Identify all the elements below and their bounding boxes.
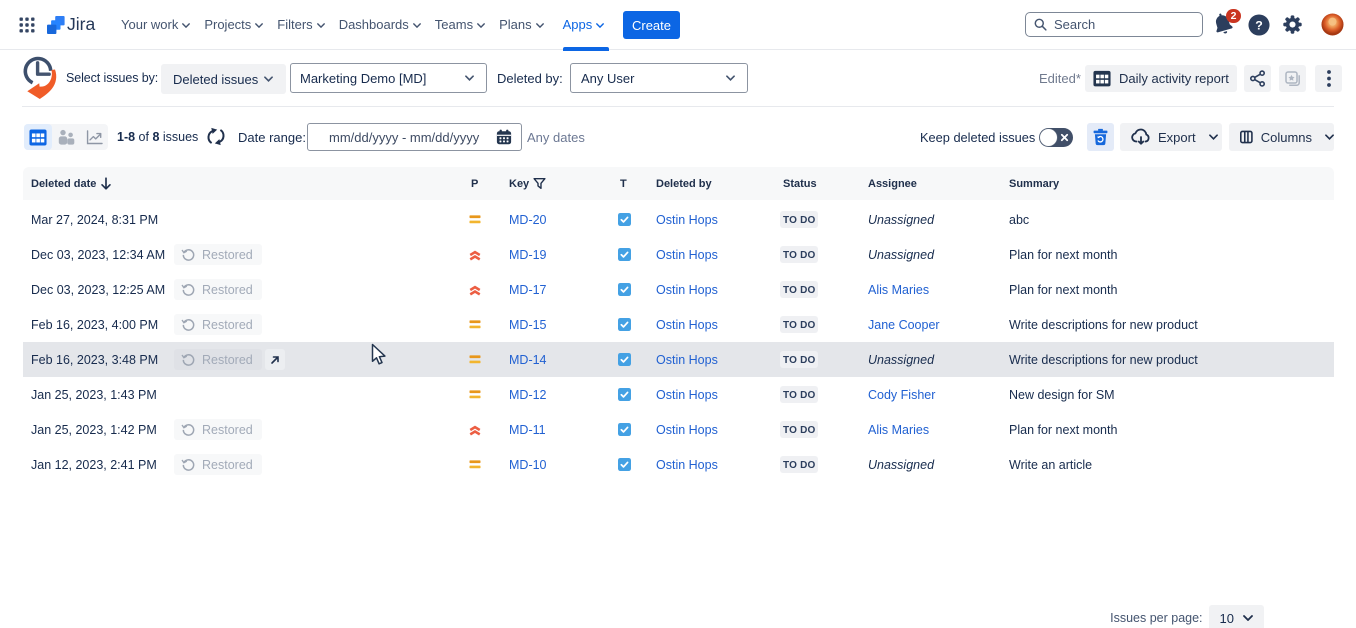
svg-text:?: ? — [1255, 19, 1263, 33]
